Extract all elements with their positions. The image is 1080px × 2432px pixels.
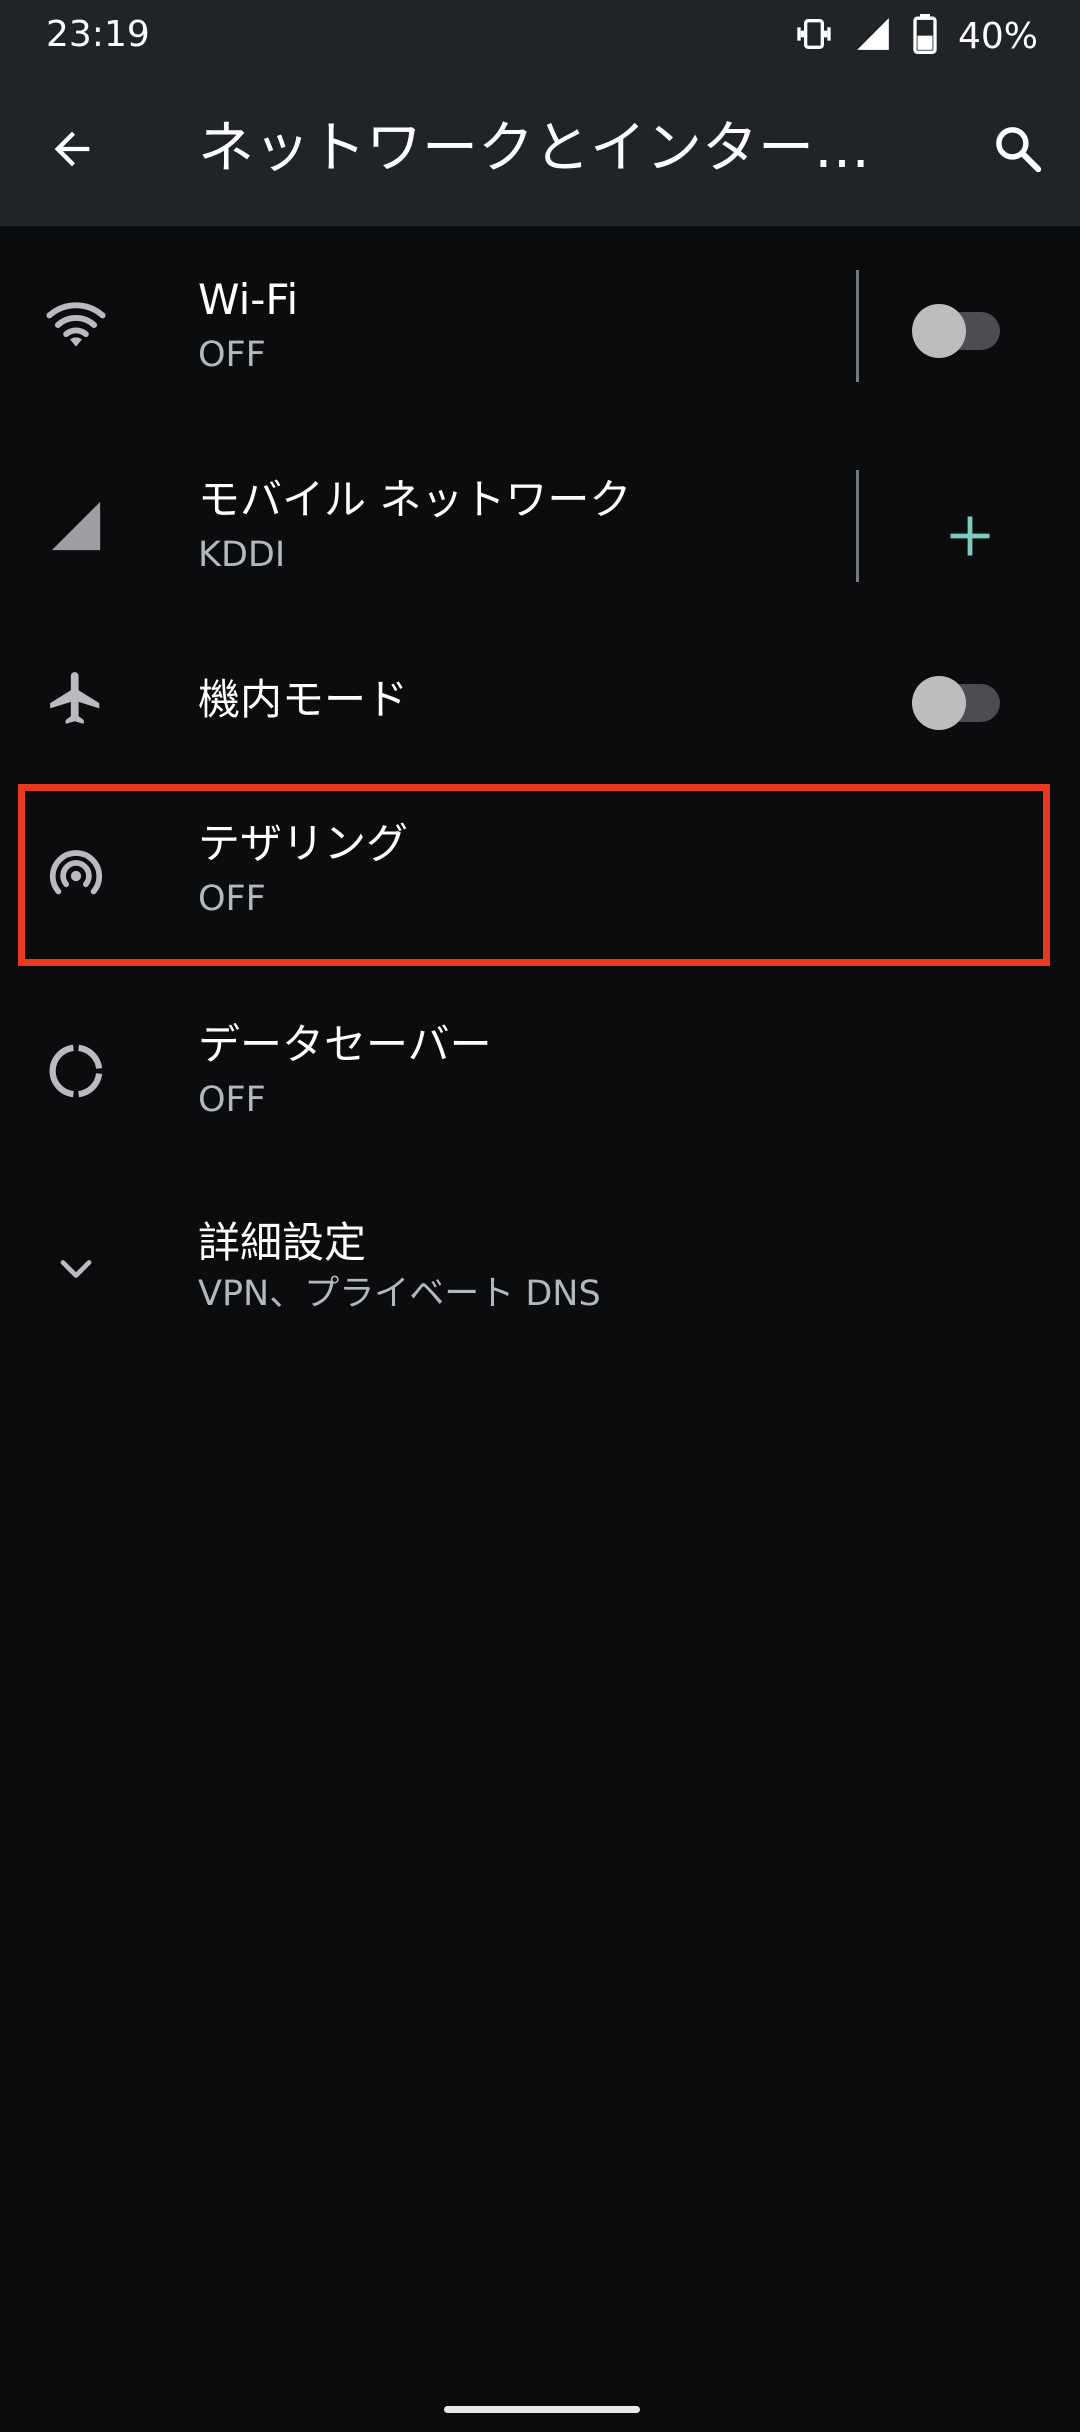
status-time: 23:19 <box>46 14 150 55</box>
mobile-network-title: モバイル ネットワーク <box>198 475 632 524</box>
data-saver-title: データセーバー <box>198 1020 492 1069</box>
search-icon <box>996 127 1042 173</box>
status-bar: 23:19 40% <box>0 0 1080 72</box>
advanced-title: 詳細設定 <box>198 1218 367 1267</box>
battery-percent: 40% <box>957 15 1038 57</box>
home-indicator[interactable] <box>444 2406 640 2413</box>
wifi-icon <box>40 288 112 360</box>
divider <box>856 270 859 382</box>
wifi-toggle-thumb <box>912 304 966 358</box>
page-title: ネットワークとインターネ… <box>198 116 908 181</box>
airplane-mode-row[interactable]: 機内モード <box>0 640 1080 760</box>
wifi-toggle[interactable] <box>912 296 1008 358</box>
settings-screen: 23:19 40% ネットワークとインターネ… Wi-Fi OFF モバイル ネ… <box>0 0 1080 2432</box>
advanced-summary: VPN、プライベート DNS <box>198 1274 601 1314</box>
wifi-title: Wi-Fi <box>198 275 299 324</box>
wifi-summary: OFF <box>198 335 266 375</box>
mobile-network-summary: KDDI <box>198 535 286 575</box>
wifi-setting-row[interactable]: Wi-Fi OFF <box>0 250 1080 400</box>
app-bar: ネットワークとインターネ… <box>0 72 1080 226</box>
data-saver-row[interactable]: データセーバー OFF <box>0 995 1080 1145</box>
data-saver-summary: OFF <box>198 1080 266 1120</box>
cell-signal-icon <box>854 15 892 57</box>
data-saver-icon <box>40 1035 112 1107</box>
status-icons: 40% <box>794 12 1038 60</box>
airplane-icon <box>40 662 112 734</box>
vibrate-icon <box>794 14 834 58</box>
battery-icon <box>912 14 938 58</box>
airplane-toggle-thumb <box>912 676 966 730</box>
back-button[interactable] <box>36 113 108 185</box>
airplane-mode-toggle[interactable] <box>912 668 1008 730</box>
add-network-button[interactable] <box>930 496 1010 576</box>
chevron-down-icon <box>40 1233 112 1305</box>
highlight-frame <box>18 784 1050 966</box>
airplane-mode-title: 機内モード <box>198 675 409 724</box>
advanced-settings-row[interactable]: 詳細設定 VPN、プライベート DNS <box>0 1195 1080 1335</box>
cell-signal-icon <box>40 490 112 562</box>
mobile-network-row[interactable]: モバイル ネットワーク KDDI <box>0 450 1080 600</box>
divider <box>856 470 859 582</box>
search-button[interactable] <box>982 113 1054 185</box>
plus-icon <box>950 516 990 556</box>
arrow-back-icon <box>54 131 90 167</box>
